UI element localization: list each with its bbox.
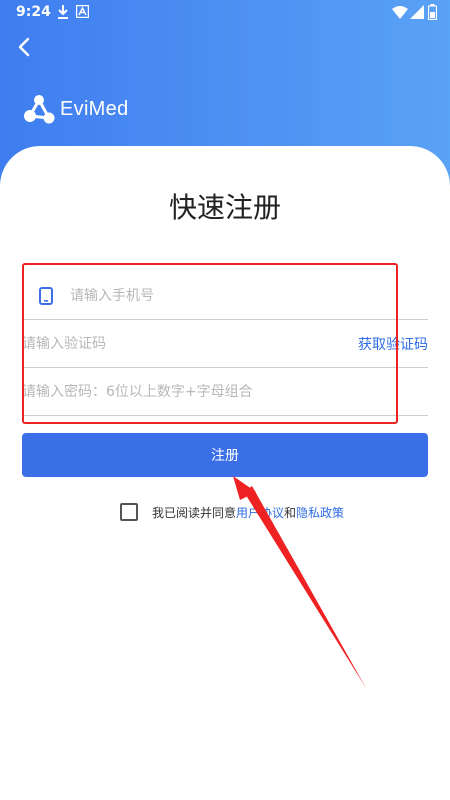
brand-logo: EviMed: [22, 92, 129, 126]
user-agreement-link[interactable]: 用户协议: [236, 504, 284, 521]
privacy-policy-link[interactable]: 隐私政策: [296, 504, 344, 521]
code-field: 获取验证码: [22, 320, 428, 368]
password-field: [22, 368, 428, 416]
brand-name: EviMed: [60, 97, 129, 120]
phone-field: [22, 272, 428, 320]
evimed-logo-icon: [24, 95, 55, 124]
battery-icon: [428, 4, 437, 20]
agreement-row: 我已阅读并同意 用户协议 和 隐私政策: [120, 503, 344, 521]
status-bar: 9:24: [0, 0, 450, 26]
phone-input[interactable]: [70, 272, 428, 319]
a-icon: [76, 5, 89, 18]
back-arrow-icon[interactable]: [12, 32, 36, 62]
agreement-conjunction: 和: [284, 505, 297, 520]
agreement-checkbox[interactable]: [120, 503, 138, 521]
phone-icon: [39, 286, 53, 305]
agreement-prefix: 我已阅读并同意: [152, 505, 237, 520]
download-icon: [58, 5, 68, 19]
code-input[interactable]: [22, 320, 358, 367]
wifi-icon: [392, 6, 408, 19]
status-time: 9:24: [16, 4, 51, 20]
register-button[interactable]: 注册: [22, 433, 428, 477]
page-title: 快速注册: [168, 191, 281, 224]
signal-icon: [410, 5, 424, 19]
password-input[interactable]: [22, 368, 428, 415]
get-code-button[interactable]: 获取验证码: [358, 334, 428, 354]
